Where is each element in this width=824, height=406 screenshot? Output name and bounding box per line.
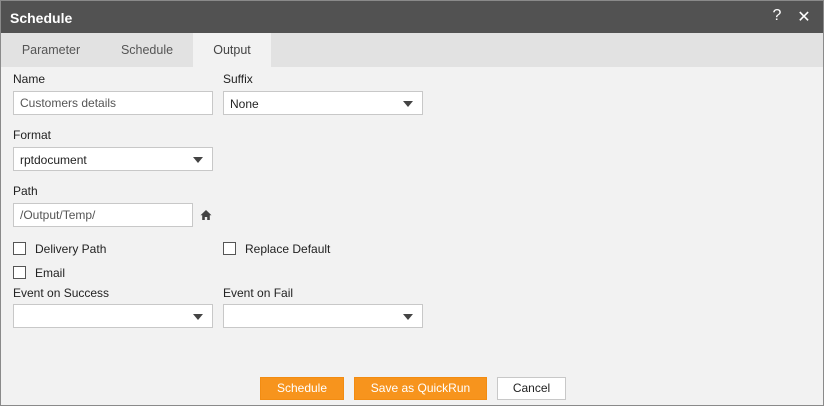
format-select-value: rptdocument	[20, 153, 87, 167]
path-label: Path	[13, 184, 38, 198]
dialog-title: Schedule	[10, 10, 73, 26]
event-success-label: Event on Success	[13, 286, 110, 300]
tab-parameter[interactable]: Parameter	[1, 33, 101, 67]
delivery-path-label: Delivery Path	[35, 242, 107, 256]
name-label: Name	[13, 72, 46, 86]
tab-output[interactable]: Output	[193, 33, 271, 67]
event-success-select[interactable]	[13, 304, 213, 328]
chevron-down-icon	[403, 101, 413, 107]
help-icon[interactable]: ?	[770, 7, 784, 27]
cancel-button[interactable]: Cancel	[497, 377, 566, 400]
tab-schedule[interactable]: Schedule	[101, 33, 193, 67]
format-label: Format	[13, 128, 52, 142]
schedule-dialog: Schedule ? ✕ Parameter Schedule Output N…	[0, 0, 824, 406]
chevron-down-icon	[193, 314, 203, 320]
delivery-path-checkbox[interactable]	[13, 242, 26, 255]
name-input[interactable]	[13, 91, 213, 115]
dialog-titlebar: Schedule ? ✕	[1, 1, 823, 33]
replace-default-checkbox[interactable]	[223, 242, 236, 255]
tab-bar: Parameter Schedule Output	[1, 33, 823, 67]
event-fail-label: Event on Fail	[223, 286, 294, 300]
suffix-label: Suffix	[223, 72, 253, 86]
suffix-select-value: None	[230, 97, 259, 111]
close-icon[interactable]: ✕	[796, 7, 812, 27]
schedule-button[interactable]: Schedule	[260, 377, 344, 400]
home-icon[interactable]	[200, 209, 212, 221]
email-checkbox[interactable]	[13, 266, 26, 279]
suffix-select[interactable]: None	[223, 91, 423, 115]
save-quickrun-button[interactable]: Save as QuickRun	[354, 377, 487, 400]
format-select[interactable]: rptdocument	[13, 147, 213, 171]
chevron-down-icon	[403, 314, 413, 320]
path-input[interactable]	[13, 203, 193, 227]
event-fail-select[interactable]	[223, 304, 423, 328]
email-label: Email	[35, 266, 66, 280]
chevron-down-icon	[193, 157, 203, 163]
replace-default-label: Replace Default	[245, 242, 331, 256]
